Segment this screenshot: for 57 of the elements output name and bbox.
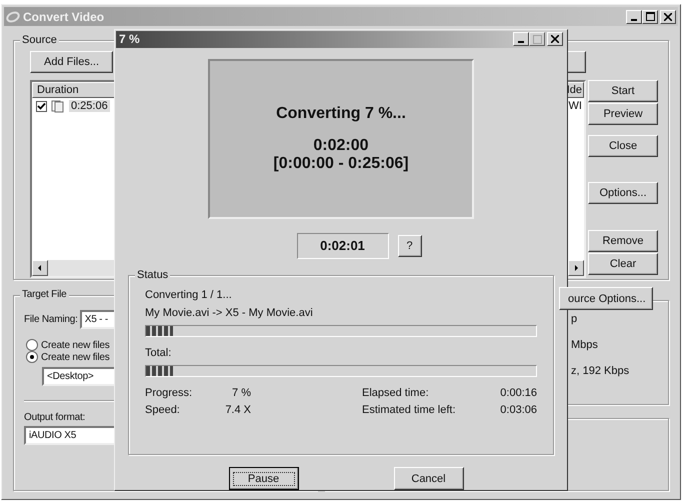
minimize-button[interactable] bbox=[626, 10, 642, 24]
side-button[interactable]: Start bbox=[588, 80, 658, 102]
status-text: Converting 1 / 1... bbox=[145, 288, 233, 301]
close-icon bbox=[551, 35, 559, 44]
time-label: Estimated time left: bbox=[362, 404, 457, 416]
radio-label: Create new files bbox=[41, 352, 110, 362]
dialog-button[interactable]: Cancel bbox=[394, 467, 464, 490]
minimize-button[interactable] bbox=[513, 32, 529, 46]
time-display: 0:02:01 bbox=[296, 232, 388, 259]
add-files-button[interactable]: Add Files... bbox=[30, 51, 113, 73]
group-label: Status bbox=[135, 268, 170, 281]
stat-value: 7.4 X bbox=[224, 404, 251, 416]
time-text: [0:00:00 - 0:25:06] bbox=[273, 154, 409, 173]
close-button[interactable] bbox=[660, 10, 676, 24]
info-text: Mbps bbox=[571, 339, 599, 351]
dialog-button[interactable]: Pause bbox=[228, 467, 298, 490]
side-button[interactable]: Options... bbox=[588, 182, 658, 204]
disc-icon bbox=[6, 10, 20, 22]
side-button[interactable]: Preview bbox=[588, 103, 658, 125]
duration-cell: 0:25:06 bbox=[69, 100, 110, 112]
file-icon bbox=[51, 100, 65, 112]
maximize-button[interactable] bbox=[642, 10, 658, 24]
minimize-icon bbox=[518, 41, 524, 44]
source-options-button[interactable]: ource Options... bbox=[559, 287, 653, 310]
close-icon bbox=[664, 12, 672, 20]
help-button[interactable]: ? bbox=[398, 234, 422, 257]
stat-label: Progress: bbox=[145, 386, 194, 399]
time-label: Elapsed time: bbox=[362, 386, 430, 399]
time-value: 0:00:16 bbox=[499, 386, 537, 399]
group-label: Source bbox=[20, 34, 59, 46]
checkbox[interactable] bbox=[36, 100, 47, 112]
output-format-label: Output format: bbox=[24, 412, 86, 423]
side-button[interactable]: Close bbox=[588, 135, 658, 157]
maximize-icon bbox=[532, 34, 542, 44]
minimize-icon bbox=[631, 18, 637, 20]
close-button[interactable] bbox=[547, 32, 563, 46]
time-text: 0:02:00 bbox=[313, 136, 369, 155]
side-button[interactable]: Clear bbox=[588, 253, 658, 275]
info-text: p bbox=[571, 313, 578, 325]
table-cell-text: WI bbox=[568, 100, 583, 112]
window-title: Convert Video bbox=[23, 10, 104, 24]
file-naming-label: File Naming: bbox=[24, 314, 78, 325]
info-text: z, 192 Kbps bbox=[571, 365, 630, 377]
side-button[interactable]: Remove bbox=[588, 230, 658, 252]
maximize-button[interactable] bbox=[529, 32, 545, 46]
maximize-icon bbox=[646, 12, 654, 21]
stat-label: Speed: bbox=[145, 404, 181, 416]
time-value: 0:03:06 bbox=[499, 404, 537, 416]
group-label: Target File bbox=[20, 289, 68, 300]
file-text: My Movie.avi -> X5 - My Movie.avi bbox=[145, 306, 314, 319]
converting-heading: Converting 7 %... bbox=[276, 104, 406, 123]
radio-label: Create new files bbox=[41, 340, 110, 350]
total-label: Total: bbox=[145, 346, 172, 359]
radio-button[interactable] bbox=[26, 339, 38, 351]
stat-value: 7 % bbox=[231, 386, 251, 399]
dialog-title: 7 % bbox=[119, 32, 140, 46]
radio-button[interactable] bbox=[26, 351, 38, 363]
